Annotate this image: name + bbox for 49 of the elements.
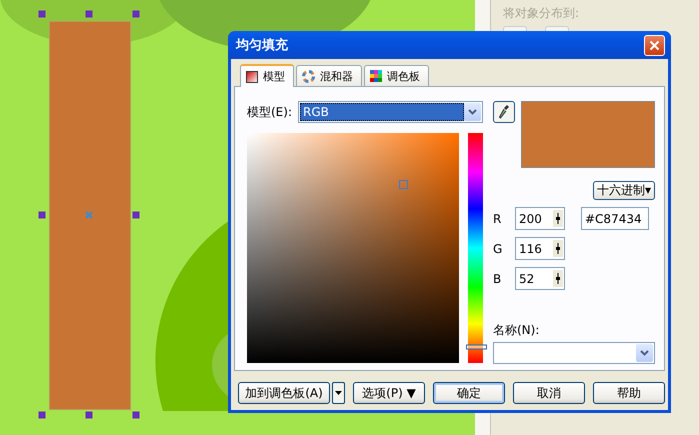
hex-field[interactable]: #C87434 bbox=[581, 207, 649, 230]
channel-spinner[interactable]: 200 bbox=[515, 207, 565, 230]
window-title: 均匀填充 bbox=[236, 36, 288, 54]
spin-slider-icon bbox=[553, 210, 563, 227]
color-grid-icon bbox=[370, 70, 382, 82]
spin-slider-icon bbox=[553, 270, 563, 287]
dialog-button[interactable]: 取消 bbox=[513, 382, 585, 404]
tab[interactable]: 模型 bbox=[240, 64, 294, 87]
spin-slider-icon bbox=[553, 240, 563, 257]
model-label: 模型(E): bbox=[247, 104, 292, 120]
selection-handle[interactable] bbox=[86, 10, 92, 18]
chevron-down-icon bbox=[640, 350, 649, 356]
selection-handle[interactable] bbox=[86, 412, 92, 418]
eyedropper-icon bbox=[498, 104, 510, 120]
dropdown-arrow-button[interactable] bbox=[332, 382, 345, 404]
tab[interactable]: 调色板 bbox=[364, 65, 429, 86]
channel-label: B bbox=[493, 272, 502, 286]
ok-button[interactable]: 确定 bbox=[433, 382, 505, 404]
channel-label: R bbox=[493, 212, 502, 226]
color-marker[interactable] bbox=[399, 180, 408, 189]
gradient-square-icon bbox=[246, 70, 258, 82]
rectangle-shape[interactable] bbox=[49, 21, 131, 410]
close-icon bbox=[649, 40, 660, 50]
channel-label: G bbox=[493, 242, 504, 256]
selection-handle[interactable] bbox=[38, 212, 46, 218]
center-x-icon bbox=[85, 211, 93, 219]
model-select[interactable]: RGB bbox=[298, 101, 483, 123]
name-select[interactable] bbox=[493, 342, 655, 364]
distribute-label: 将对象分布到: bbox=[503, 5, 580, 22]
hue-thumb[interactable] bbox=[466, 344, 487, 350]
tab[interactable]: 混和器 bbox=[296, 65, 362, 86]
format-dropdown[interactable]: 十六进制▾ bbox=[592, 181, 655, 200]
channel-spinner[interactable]: 116 bbox=[515, 237, 565, 260]
selection-handle[interactable] bbox=[132, 412, 140, 418]
selection-handle[interactable] bbox=[132, 212, 140, 218]
selection-handle[interactable] bbox=[38, 412, 46, 418]
chevron-down-icon bbox=[468, 109, 477, 115]
channel-spinner[interactable]: 52 bbox=[515, 267, 565, 290]
name-label: 名称(N): bbox=[493, 322, 540, 339]
eyedropper-button[interactable] bbox=[493, 101, 515, 123]
caret-down-icon bbox=[335, 391, 342, 395]
add-to-palette-button[interactable]: 加到调色板(A) bbox=[238, 382, 330, 404]
color-square[interactable] bbox=[247, 133, 459, 363]
selection-handle[interactable] bbox=[38, 10, 46, 18]
options-button[interactable]: 选项(P) ▼ bbox=[353, 382, 425, 404]
close-button[interactable] bbox=[644, 34, 665, 56]
color-wheel-icon bbox=[302, 70, 315, 82]
selection-handle[interactable] bbox=[132, 10, 140, 18]
dialog-button[interactable]: 帮助 bbox=[593, 382, 665, 404]
